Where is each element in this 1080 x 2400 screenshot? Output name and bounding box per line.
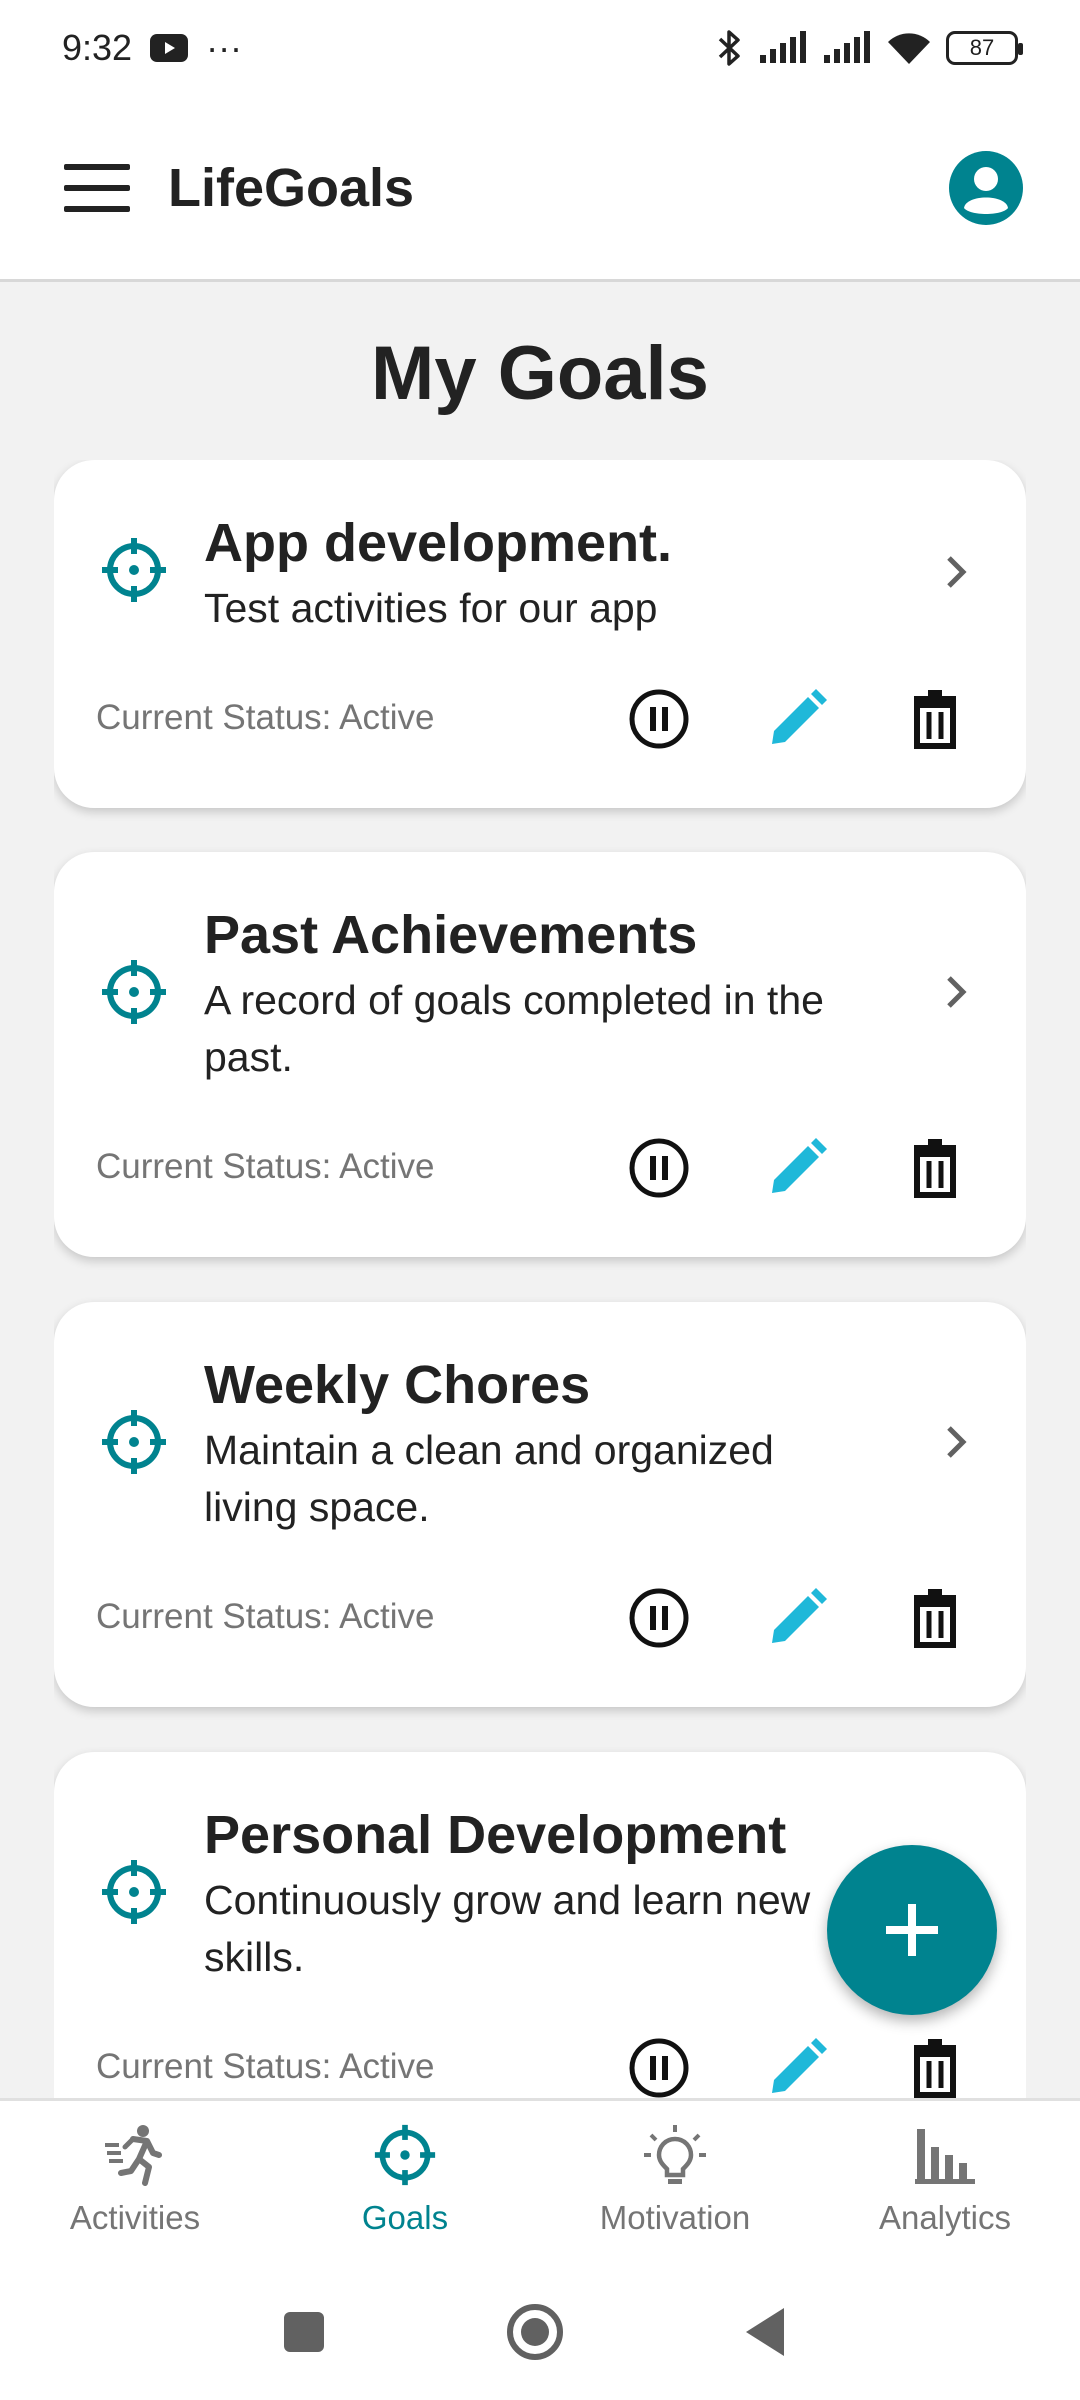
- running-icon: [105, 2125, 162, 2186]
- page-title: My Goals: [371, 331, 709, 416]
- goal-description: Test activities for our app: [204, 585, 658, 631]
- trash-icon[interactable]: [904, 1137, 966, 1199]
- nav-item-goals[interactable]: Goals: [270, 2101, 540, 2260]
- trash-icon[interactable]: [904, 1587, 966, 1649]
- nav-item-motivation[interactable]: Motivation: [540, 2101, 810, 2260]
- goal-description: A record of goals completed in the past.: [204, 977, 824, 1080]
- bar-chart-icon: [915, 2129, 975, 2184]
- goal-status: Current Status: Active: [96, 1597, 435, 1636]
- status-bar: 9:32 ··· 87: [0, 0, 1080, 96]
- status-time: 9:32: [62, 27, 133, 68]
- youtube-icon: [150, 34, 189, 62]
- pause-icon[interactable]: [628, 1587, 690, 1649]
- status-more-dots: ···: [206, 27, 243, 68]
- edit-pencil-icon[interactable]: [766, 688, 828, 750]
- wifi-icon: [888, 33, 930, 64]
- menu-icon[interactable]: [64, 163, 130, 212]
- nav-item-analytics[interactable]: Analytics: [810, 2101, 1080, 2260]
- goal-status: Current Status: Active: [96, 698, 435, 737]
- goal-title: Past Achievements: [204, 905, 698, 965]
- app-bar: LifeGoals: [0, 96, 1080, 282]
- recent-apps-icon[interactable]: [274, 2302, 334, 2362]
- goal-card[interactable]: Past Achievements A record of goals comp…: [54, 852, 1026, 1257]
- trash-icon[interactable]: [904, 2037, 966, 2098]
- back-icon[interactable]: [738, 2302, 798, 2362]
- chevron-right-icon[interactable]: [936, 972, 976, 1012]
- app-title: LifeGoals: [168, 157, 415, 218]
- nav-label: Motivation: [599, 2199, 751, 2236]
- goal-card[interactable]: Weekly Chores Maintain a clean and organ…: [54, 1302, 1026, 1707]
- target-icon: [102, 1860, 166, 1924]
- goal-title: Weekly Chores: [204, 1355, 591, 1415]
- battery-indicator: 87: [946, 31, 1023, 65]
- target-icon: [102, 960, 166, 1024]
- system-navigation-bar: [0, 2260, 1080, 2400]
- add-goal-button[interactable]: [827, 1845, 997, 2015]
- target-icon: [374, 2124, 436, 2186]
- bottom-navigation: Activities Goals Motivation Analytics: [0, 2098, 1080, 2260]
- nav-label: Activities: [69, 2199, 201, 2236]
- target-icon: [102, 1410, 166, 1474]
- pause-icon[interactable]: [628, 1137, 690, 1199]
- goal-title: App development.: [204, 513, 673, 573]
- chevron-right-icon[interactable]: [936, 1422, 976, 1462]
- nav-label: Goals: [361, 2199, 449, 2236]
- lightbulb-icon: [644, 2125, 706, 2184]
- goal-title: Personal Development: [204, 1805, 787, 1865]
- goal-status: Current Status: Active: [96, 2047, 435, 2086]
- plus-icon: [886, 1904, 938, 1956]
- edit-pencil-icon[interactable]: [766, 1587, 828, 1649]
- trash-icon[interactable]: [904, 688, 966, 750]
- target-icon: [102, 538, 166, 602]
- goal-description: Continuously grow and learn new skills.: [204, 1877, 811, 1980]
- chevron-right-icon[interactable]: [936, 552, 976, 592]
- edit-pencil-icon[interactable]: [766, 2037, 828, 2098]
- goal-card[interactable]: App development. Test activities for our…: [54, 460, 1026, 808]
- home-icon[interactable]: [505, 2302, 565, 2362]
- goal-status: Current Status: Active: [96, 1147, 435, 1186]
- bluetooth-icon: [718, 30, 740, 66]
- signal-icon: [760, 31, 806, 63]
- account-icon[interactable]: [948, 150, 1024, 226]
- edit-pencil-icon[interactable]: [766, 1137, 828, 1199]
- signal-icon: [824, 31, 870, 63]
- nav-item-activities[interactable]: Activities: [0, 2101, 270, 2260]
- nav-label: Analytics: [878, 2199, 1012, 2236]
- pause-icon[interactable]: [628, 688, 690, 750]
- pause-icon[interactable]: [628, 2037, 690, 2098]
- goal-description: Maintain a clean and organized living sp…: [204, 1427, 774, 1530]
